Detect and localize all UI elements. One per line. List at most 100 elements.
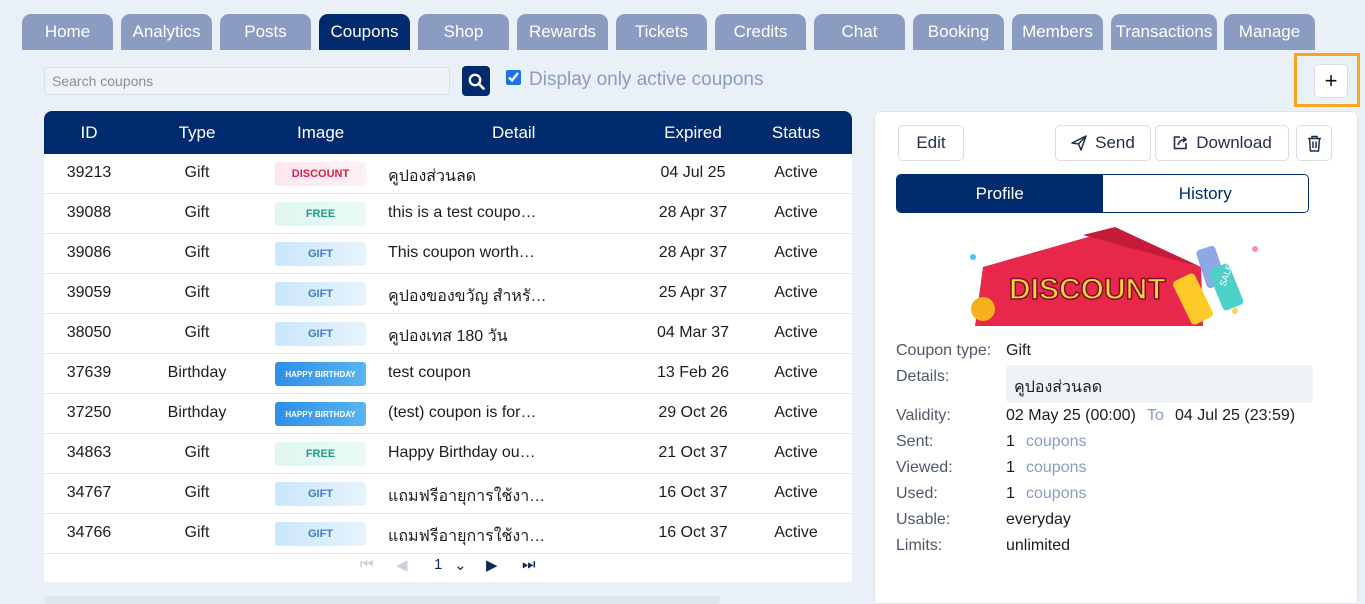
- coupon-expired: 25 Apr 37: [658, 284, 728, 301]
- send-button[interactable]: Send: [1055, 125, 1151, 161]
- coupon-thumbnail-text: GIFT: [307, 328, 334, 340]
- coupon-id: 37639: [66, 364, 112, 381]
- coupon-status: Active: [774, 324, 818, 341]
- coupon-detail: this is a test coupo…: [388, 204, 537, 221]
- tab-shop[interactable]: Shop: [418, 14, 509, 50]
- table-header: ID Type Image Detail Expired Status: [44, 111, 852, 154]
- coupon-expired: 16 Oct 37: [658, 524, 728, 541]
- coupon-type: Gift: [184, 204, 210, 221]
- coupon-thumbnail: GIFT: [275, 322, 366, 346]
- header-id[interactable]: ID: [44, 123, 134, 143]
- coupon-id: 34863: [66, 444, 112, 461]
- sent-value: 1: [1006, 433, 1015, 450]
- coupon-thumbnail-text: FREE: [305, 208, 336, 220]
- detail-tabs: Profile History: [896, 174, 1309, 213]
- add-coupon-button[interactable]: +: [1314, 64, 1348, 98]
- used-value: 1: [1006, 485, 1015, 502]
- validity-to: 04 Jul 25 (23:59): [1175, 407, 1296, 424]
- coupon-thumbnail: GIFT: [275, 482, 366, 506]
- tab-tickets[interactable]: Tickets: [616, 14, 707, 50]
- horizontal-scrollbar[interactable]: [44, 596, 720, 604]
- coupon-thumbnail: DISCOUNT: [275, 162, 366, 186]
- trash-icon: [1307, 135, 1321, 152]
- used-label: Used:: [896, 485, 938, 502]
- coupon-id: 34766: [66, 524, 112, 541]
- coupon-status: Active: [774, 204, 818, 221]
- viewed-unit: coupons: [1026, 459, 1087, 476]
- active-only-label[interactable]: Display only active coupons: [529, 69, 763, 91]
- coupon-detail: คูปองส่วนลด: [388, 168, 477, 185]
- coupon-detail: แถมฟรีอายุการใช้งาน …: [388, 528, 548, 545]
- table-row[interactable]: 37639 Birthday HAPPY BIRTHDAY test coupon 13…: [44, 354, 852, 394]
- table-row[interactable]: 34766 Gift GIFT แถมฟรีอายุการใช้งาน … 16 Oct…: [44, 514, 852, 554]
- tab-home[interactable]: Home: [22, 14, 113, 50]
- download-button[interactable]: Download: [1155, 125, 1289, 161]
- coupon-thumbnail-text: GIFT: [307, 248, 334, 260]
- table-row[interactable]: 37250 Birthday HAPPY BIRTHDAY (test) coupon…: [44, 394, 852, 434]
- tab-booking[interactable]: Booking: [913, 14, 1004, 50]
- tab-rewards[interactable]: Rewards: [517, 14, 608, 50]
- table-row[interactable]: 34863 Gift FREE Happy Birthday ou… 21 Oct 37…: [44, 434, 852, 474]
- coupon-expired: 13 Feb 26: [656, 364, 730, 381]
- header-status[interactable]: Status: [756, 123, 836, 143]
- coupon-id: 37250: [66, 404, 112, 421]
- table-row[interactable]: 39088 Gift FREE this is a test coupo… 28 Apr…: [44, 194, 852, 234]
- viewed-label: Viewed:: [896, 459, 953, 476]
- tab-transactions[interactable]: Transactions: [1111, 14, 1217, 50]
- add-button-highlight: +: [1294, 53, 1360, 107]
- coupon-status: Active: [774, 484, 818, 501]
- search-button[interactable]: [462, 66, 490, 96]
- current-page[interactable]: 1: [434, 556, 442, 573]
- header-detail[interactable]: Detail: [492, 123, 652, 143]
- tab-history[interactable]: History: [1102, 175, 1308, 212]
- tab-posts[interactable]: Posts: [220, 14, 311, 50]
- coupon-type: Gift: [184, 324, 210, 341]
- header-image[interactable]: Image: [297, 123, 344, 143]
- coupon-type: Gift: [184, 164, 210, 181]
- coupon-detail: แถมฟรีอายุการใช้งาน …: [388, 488, 548, 505]
- coupon-status: Active: [774, 244, 818, 261]
- download-label: Download: [1196, 133, 1272, 152]
- coupon-id: 39086: [66, 244, 112, 261]
- tab-chat[interactable]: Chat: [814, 14, 905, 50]
- next-page-icon[interactable]: ▶: [486, 556, 498, 574]
- tab-manage[interactable]: Manage: [1224, 14, 1315, 50]
- coupon-type: Birthday: [167, 404, 227, 421]
- chevron-down-icon[interactable]: ⌄: [454, 556, 467, 574]
- tab-members[interactable]: Members: [1012, 14, 1103, 50]
- search-input[interactable]: [44, 67, 450, 95]
- tab-coupons[interactable]: Coupons: [319, 14, 410, 50]
- coupon-type: Gift: [184, 444, 210, 461]
- details-value: คูปองส่วนลด: [1006, 365, 1313, 403]
- details-label: Details:: [896, 368, 950, 385]
- table-row[interactable]: 39213 Gift DISCOUNT คูปองส่วนลด 04 Jul 25 Act…: [44, 154, 852, 194]
- main-tab-bar: Home Analytics Posts Coupons Shop Reward…: [22, 14, 1365, 50]
- prev-page-icon[interactable]: ◀: [396, 556, 408, 574]
- first-page-icon[interactable]: ⏮: [360, 556, 374, 573]
- delete-button[interactable]: [1296, 125, 1332, 161]
- coupon-status: Active: [774, 404, 818, 421]
- tab-credits[interactable]: Credits: [715, 14, 806, 50]
- header-type[interactable]: Type: [147, 123, 247, 143]
- edit-button[interactable]: Edit: [898, 125, 964, 161]
- table-row[interactable]: 34767 Gift GIFT แถมฟรีอายุการใช้งาน … 16 Oct…: [44, 474, 852, 514]
- table-row[interactable]: 39059 Gift GIFT คูปองของขวัญ สำหรั… 25 Apr 3…: [44, 274, 852, 314]
- coupon-thumbnail-text: GIFT: [307, 488, 334, 500]
- tab-analytics[interactable]: Analytics: [121, 14, 212, 50]
- coupon-thumbnail-text: DISCOUNT: [291, 168, 350, 180]
- coupon-thumbnail-text: FREE: [305, 448, 336, 460]
- coupon-thumbnail: FREE: [275, 442, 366, 466]
- table-row[interactable]: 39086 Gift GIFT This coupon worth… 28 Apr 37…: [44, 234, 852, 274]
- last-page-icon[interactable]: ⏭: [522, 556, 536, 573]
- coupon-detail: This coupon worth…: [388, 244, 535, 261]
- validity-from: 02 May 25 (00:00): [1006, 407, 1136, 424]
- coupon-detail: test coupon: [388, 364, 471, 381]
- tab-profile[interactable]: Profile: [897, 175, 1103, 212]
- coupon-type: Gift: [184, 284, 210, 301]
- usable-label: Usable:: [896, 511, 951, 528]
- plus-icon: +: [1324, 68, 1338, 93]
- header-expired[interactable]: Expired: [644, 123, 742, 143]
- table-row[interactable]: 38050 Gift GIFT คูปองเทส 180 วัน 04 Mar 37 Ac…: [44, 314, 852, 354]
- validity-to-label: To: [1147, 407, 1164, 424]
- active-only-checkbox[interactable]: [506, 70, 521, 85]
